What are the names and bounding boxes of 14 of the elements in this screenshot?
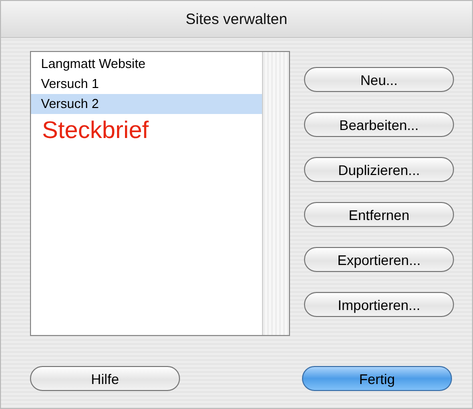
dialog-button[interactable]: Neu...: [304, 67, 454, 92]
dialog-button[interactable]: Duplizieren...: [304, 157, 454, 182]
window-title: Sites verwalten: [186, 10, 288, 28]
site-item[interactable]: Langmatt Website: [31, 54, 262, 74]
annotation-text: Steckbrief: [41, 117, 150, 145]
site-item[interactable]: Versuch 1: [31, 74, 262, 94]
help-button[interactable]: Hilfe: [30, 366, 180, 391]
dialog-button[interactable]: Importieren...: [304, 292, 454, 317]
dialog-button[interactable]: Exportieren...: [304, 247, 454, 272]
done-button[interactable]: Fertig: [302, 366, 452, 391]
scrollbar-track[interactable]: [262, 52, 289, 335]
site-item[interactable]: Versuch 2: [31, 94, 262, 114]
dialog-button[interactable]: Entfernen: [304, 202, 454, 227]
dialog-button[interactable]: Bearbeiten...: [304, 112, 454, 137]
